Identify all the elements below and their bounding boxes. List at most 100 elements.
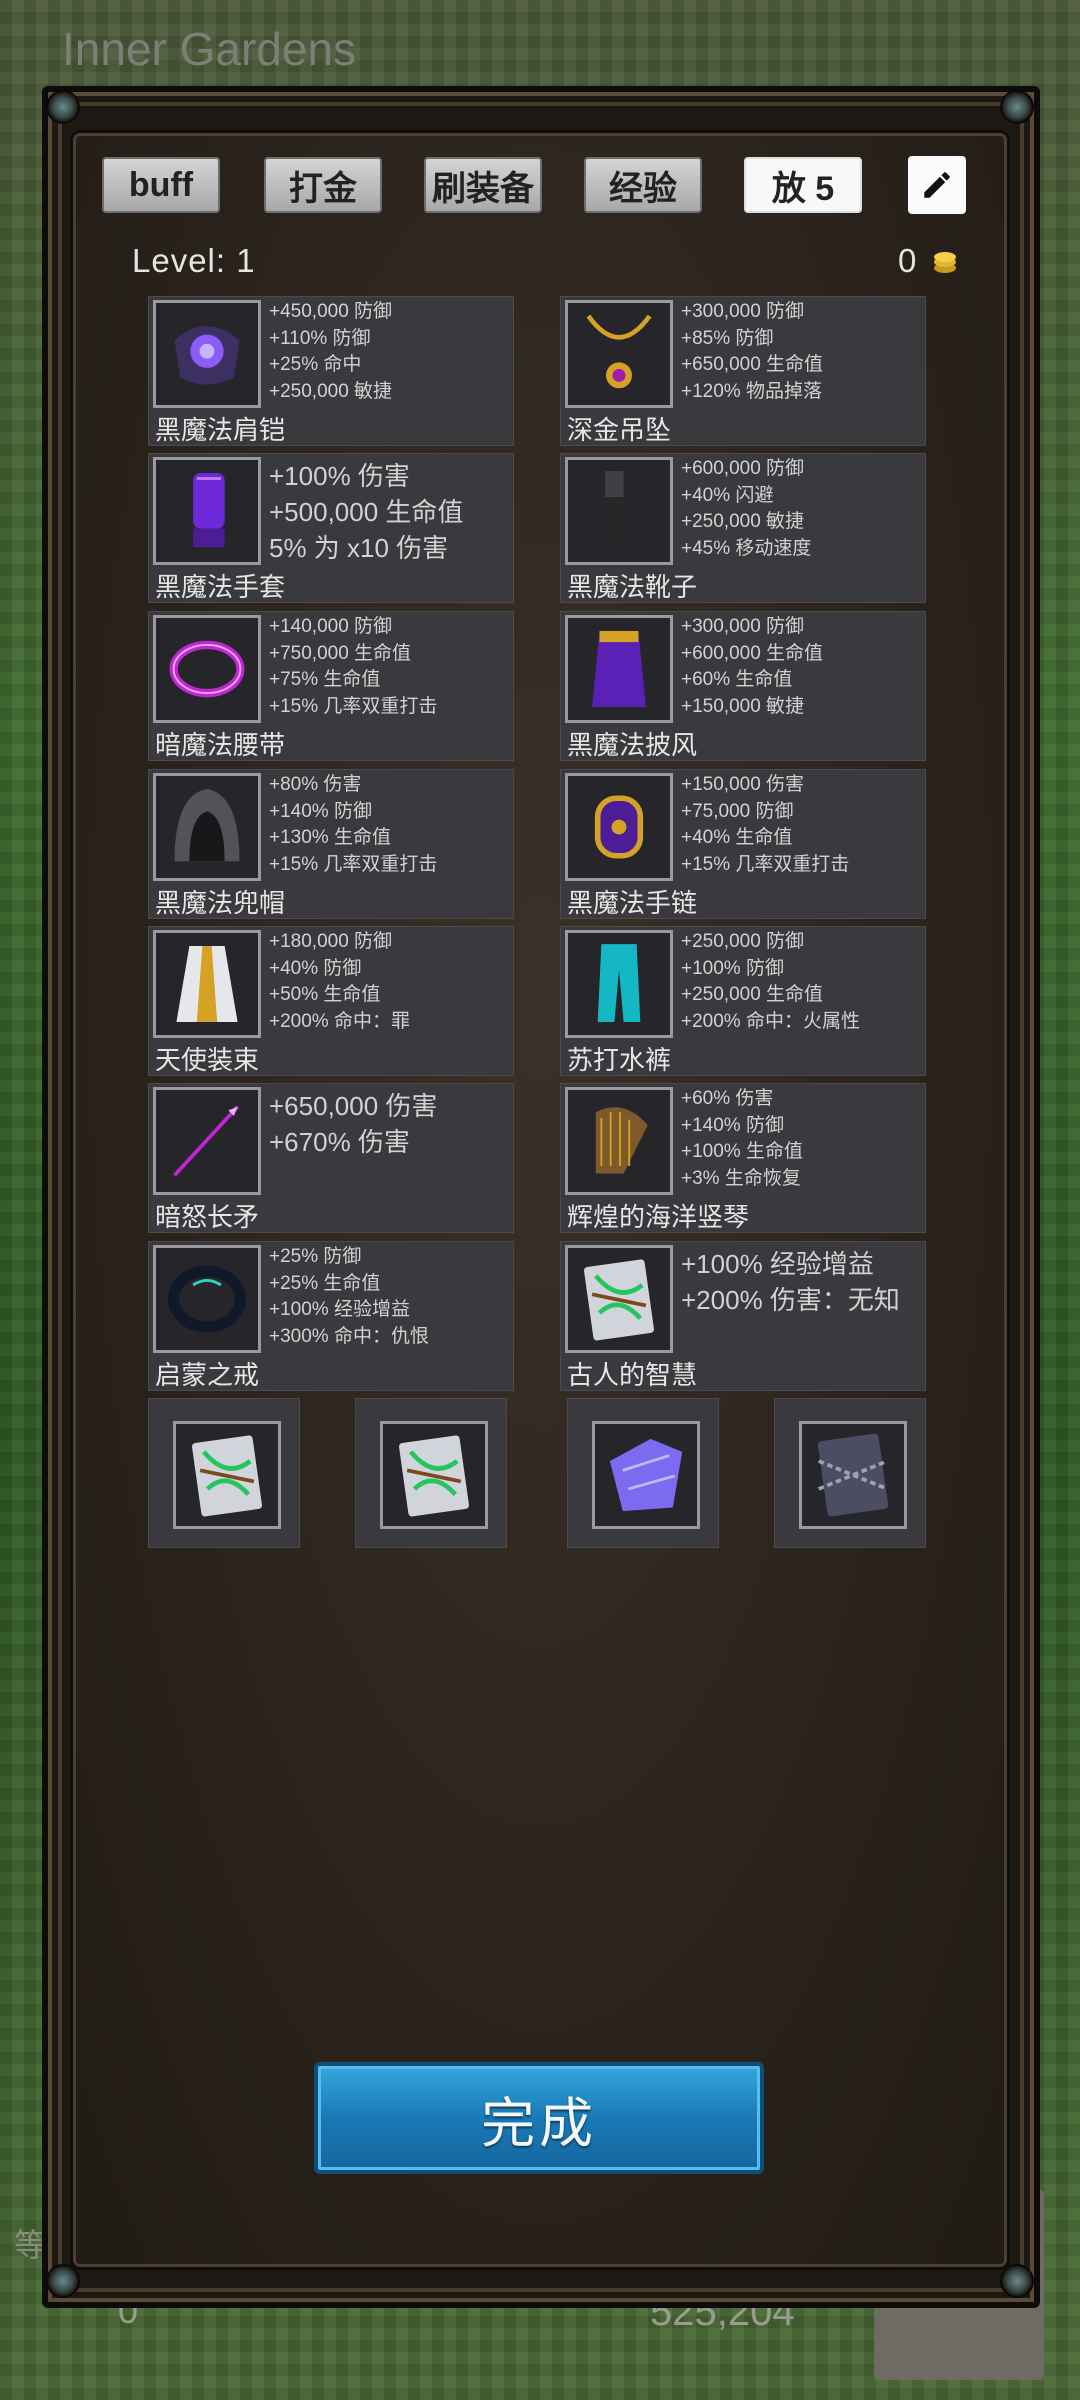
item-stats: +100% 伤害 +500,000 生命值 5% 为 x10 伤害 [269,458,463,566]
equipment-slot[interactable]: +80% 伤害 +140% 防御 +130% 生命值 +15% 几率双重打击 黑魔法兜帽 [148,769,514,919]
item-name: 黑魔法兜帽 [155,888,286,918]
stat-line: +500,000 生命值 [269,497,464,527]
equipment-slot[interactable]: +250,000 防御 +100% 防御 +250,000 生命值 +200% 命中：… [560,926,926,1076]
item-icon-frame [153,930,261,1038]
stat-line: +110% 防御 [269,327,371,349]
item-icon-frame [565,457,673,565]
stat-line: +25% 命中 [269,354,362,375]
robe-icon [176,945,238,1023]
stat-line: +75,000 防御 [681,800,794,822]
equipment-slot[interactable]: +650,000 伤害 +670% 伤害暗怒长矛 [148,1083,514,1233]
item-stats: +300,000 防御 +600,000 生命值 +60% 生命值 +150,000 … [681,614,823,720]
stat-line: +3% 生命恢复 [681,1167,801,1189]
stat-line: +200% 伤害：无知 [681,1285,900,1315]
equipment-slot[interactable]: +450,000 防御 +110% 防御 +25% 命中 +250,000 敏捷 黑魔法… [148,296,514,446]
stat-line: +40% 闪避 [681,484,774,506]
equipment-slot[interactable]: +60% 伤害 +140% 防御 +100% 生命值 +3% 生命恢复 辉煌的海洋竖琴 [560,1083,926,1233]
tome-icon [584,1259,654,1341]
item-icon-frame [153,773,261,881]
equipment-slot[interactable]: +100% 经验增益 +200% 伤害：无知 古人的智慧 [560,1241,926,1391]
item-icon-frame [153,1245,261,1353]
item-icon-frame [153,1087,261,1195]
stat-line: +25% 防御 [269,1246,362,1267]
spear-icon [173,1105,239,1177]
item-stats: +300,000 防御 +85% 防御 +650,000 生命值 +120% 物品掉落 [681,299,823,405]
equipment-slot[interactable]: +100% 伤害 +500,000 生命值 5% 为 x10 伤害 黑魔法手套 [148,453,514,603]
item-stats: +80% 伤害 +140% 防御 +130% 生命值 +15% 几率双重打击 [269,772,437,878]
equipment-slot[interactable]: +300,000 防御 +85% 防御 +650,000 生命值 +120% 物品掉落… [560,296,926,446]
item-icon-frame [153,457,261,565]
inventory-slot[interactable] [355,1398,507,1548]
stat-line: +100% 伤害 [269,461,410,491]
item-icon-frame [380,1421,488,1529]
inventory-slot[interactable] [567,1398,719,1548]
item-icon-frame [173,1421,281,1529]
stat-line: +200% 命中：罪 [269,1010,410,1032]
belt-icon [169,640,245,698]
stat-line: +150,000 敏捷 [681,695,805,717]
hood-icon [174,788,240,862]
stat-line: +45% 移动速度 [681,537,812,559]
stat-line: +40% 生命值 [681,827,793,848]
item-stats: +140,000 防御 +750,000 生命值 +75% 生命值 +15% 几率双重… [269,614,437,720]
equipment-slot[interactable]: +140,000 防御 +750,000 生命值 +75% 生命值 +15% 几率双重… [148,611,514,761]
harp-icon [595,1107,648,1174]
item-stats: +650,000 伤害 +670% 伤害 [269,1088,437,1160]
stat-line: +250,000 敏捷 [269,380,393,402]
done-button[interactable]: 完成 [314,2062,764,2174]
equipment-slot[interactable]: +180,000 防御 +40% 防御 +50% 生命值 +200% 命中：罪 天使装束 [148,926,514,1076]
cape-icon [592,630,646,708]
stat-line: +300,000 防御 [681,616,805,637]
inventory-slot[interactable] [148,1398,300,1548]
item-name: 暗怒长矛 [155,1202,260,1232]
stat-line: +650,000 伤害 [269,1091,438,1121]
stat-line: +100% 防御 [681,957,784,979]
item-stats: +180,000 防御 +40% 防御 +50% 生命值 +200% 命中：罪 [269,929,410,1035]
stat-line: +140% 防御 [681,1114,784,1136]
item-name: 启蒙之戒 [155,1360,260,1390]
stat-line: +200% 命中：火属性 [681,1010,860,1032]
item-icon-frame [153,615,261,723]
inventory-slot[interactable] [774,1398,926,1548]
tab-gear[interactable]: 刷装备 [424,157,542,213]
item-name: 黑魔法靴子 [567,572,698,602]
gold-coins-icon [934,252,956,273]
item-icon-frame [565,615,673,723]
stat-line: +85% 防御 [681,327,774,349]
equipment-slot[interactable]: +25% 防御 +25% 生命值 +100% 经验增益 +300% 命中：仇恨 启蒙之戒 [148,1241,514,1391]
stat-line: +50% 生命值 [269,984,381,1005]
tab-experience[interactable]: 经验 [584,157,702,213]
purple-crystal-icon [609,1438,683,1512]
equipment-slot[interactable]: +300,000 防御 +600,000 生命值 +60% 生命值 +150,000 … [560,611,926,761]
item-name: 深金吊坠 [567,415,672,445]
edit-button[interactable] [908,156,966,214]
equipment-slot[interactable]: +150,000 伤害 +75,000 防御 +40% 生命值 +15% 几率双重打击… [560,769,926,919]
stat-line: +80% 伤害 [269,774,362,795]
chained-tome-icon [817,1433,889,1517]
stat-line: +180,000 防御 [269,931,393,952]
tab-gold[interactable]: 打金 [264,157,382,213]
item-name: 苏打水裤 [567,1045,672,1075]
item-stats: +25% 防御 +25% 生命值 +100% 经验增益 +300% 命中：仇恨 [269,1244,429,1350]
item-name: 黑魔法披风 [567,730,698,760]
item-stats: +150,000 伤害 +75,000 防御 +40% 生命值 +15% 几率双重打击 [681,772,849,878]
background-title: Inner Gardens [62,23,357,75]
pants-icon [597,944,641,1023]
equipment-slot[interactable]: +600,000 防御 +40% 闪避 +250,000 敏捷 +45% 移动速度 黑魔… [560,453,926,603]
tab-buff[interactable]: buff [102,157,220,213]
item-stats: +600,000 防御 +40% 闪避 +250,000 敏捷 +45% 移动速度 [681,456,811,562]
item-name: 黑魔法手套 [155,572,286,602]
stat-line: +130% 生命值 [269,827,391,848]
game-screen: { "background":{"title":"Inner Gardens",… [0,0,1080,2400]
stat-line: +100% 经验增益 [681,1249,874,1279]
stat-line: +15% 几率双重打击 [269,695,438,717]
item-name: 天使装束 [155,1045,260,1075]
stat-line: +300,000 防御 [681,301,805,322]
stat-line: +140% 防御 [269,800,372,822]
item-stats: +100% 经验增益 +200% 伤害：无知 [681,1246,900,1318]
stat-line: +600,000 防御 [681,458,805,479]
tab-place-5[interactable]: 放 5 [744,157,862,213]
stat-line: +140,000 防御 [269,616,393,637]
stat-line: +100% 生命值 [681,1141,803,1162]
stat-line: +650,000 生命值 [681,354,824,375]
